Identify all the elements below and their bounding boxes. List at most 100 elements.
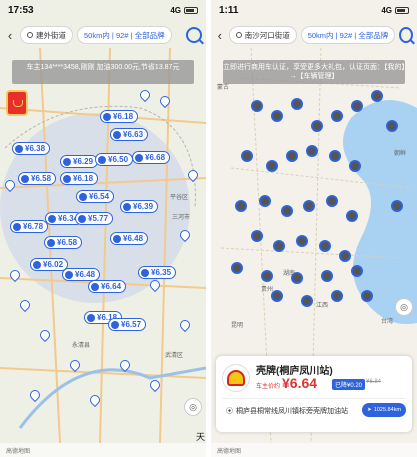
city-label: 三河市 <box>172 215 191 221</box>
location-pill[interactable]: 南沙河口街道 <box>228 26 297 44</box>
notice-banner: 车主134****3458,刚刚 加油300.00元,节省13.87元 <box>12 60 194 84</box>
station-pin-icon[interactable] <box>296 235 308 247</box>
search-icon[interactable] <box>186 27 202 43</box>
station-pin-icon[interactable] <box>286 150 298 162</box>
station-pin-icon[interactable] <box>386 120 398 132</box>
price-marker[interactable]: ¥6.02 <box>30 258 69 271</box>
price-marker[interactable]: ¥6.50 <box>95 153 134 166</box>
station-pin-icon[interactable] <box>346 210 358 222</box>
fuel-pump-icon <box>21 174 29 183</box>
price-label: ¥6.68 <box>145 153 166 162</box>
navigate-button[interactable]: ➤ 1025.84km <box>362 403 406 417</box>
station-pin-icon[interactable] <box>291 98 303 110</box>
station-pin-icon[interactable] <box>326 195 338 207</box>
price-marker[interactable]: ¥6.54 <box>76 190 115 203</box>
fuel-pump-icon <box>113 130 121 139</box>
price-label: ¥6.18 <box>113 112 134 121</box>
location-pill[interactable]: 建外街道 <box>20 26 73 44</box>
price-marker[interactable]: ¥6.39 <box>120 200 159 213</box>
fuel-pump-icon <box>91 282 99 291</box>
city-label: 蒙古 <box>217 85 230 91</box>
fuel-pump-icon <box>48 214 56 223</box>
station-pin-icon[interactable] <box>259 195 271 207</box>
station-pin-icon[interactable] <box>349 160 361 172</box>
price-label: ¥6.48 <box>75 270 96 279</box>
station-pin-icon[interactable] <box>251 100 263 112</box>
price-marker[interactable]: ¥6.18 <box>100 110 139 123</box>
station-pin-icon[interactable] <box>231 262 243 274</box>
filter-pill[interactable]: 50km内 | 92# | 全部品牌 <box>300 26 396 44</box>
price-label: ¥6.50 <box>108 155 129 164</box>
red-packet-icon[interactable] <box>6 90 28 116</box>
station-pin-icon[interactable] <box>319 240 331 252</box>
station-pin-icon[interactable] <box>331 110 343 122</box>
station-pin-icon[interactable] <box>266 160 278 172</box>
station-pin-icon[interactable] <box>321 270 333 282</box>
map-canvas[interactable] <box>0 48 206 443</box>
station-pin-icon[interactable] <box>235 200 247 212</box>
station-pin-icon[interactable] <box>273 240 285 252</box>
station-pin-icon[interactable] <box>371 90 383 102</box>
fuel-pump-icon <box>13 222 21 231</box>
price-marker[interactable]: ¥5.77 <box>75 212 114 225</box>
station-pin-icon[interactable] <box>311 120 323 132</box>
city-label: 江西 <box>316 303 329 309</box>
city-label: 天 <box>196 432 206 442</box>
station-pin-icon[interactable] <box>351 265 363 277</box>
fuel-pump-icon <box>78 214 86 223</box>
price-marker[interactable]: ¥6.38 <box>12 142 51 155</box>
fuel-pump-icon <box>15 144 23 153</box>
fuel-pump-icon <box>87 313 95 322</box>
price-label: ¥6.35 <box>151 268 172 277</box>
station-pin-icon[interactable] <box>361 290 373 302</box>
city-label: 湖南 <box>283 271 296 277</box>
station-pin-icon[interactable] <box>391 200 403 212</box>
station-pin-icon[interactable] <box>303 200 315 212</box>
fuel-pump-icon <box>98 155 106 164</box>
price-marker[interactable]: ¥6.68 <box>132 151 171 164</box>
back-icon[interactable]: ‹ <box>4 28 16 43</box>
fuel-pump-icon <box>103 112 111 121</box>
price-marker[interactable]: ¥6.35 <box>138 266 177 279</box>
fuel-pump-icon <box>63 174 71 183</box>
map-attribution: 高德地图 <box>211 443 417 457</box>
city-label: 昆明 <box>231 323 244 329</box>
price-marker[interactable]: ¥6.57 <box>108 318 147 331</box>
original-price: ¥6.84 <box>366 379 382 385</box>
station-card[interactable]: 壳牌(桐庐凤川站) 车主价约 ¥6.64 已降¥0.20 ¥6.84 ⦿ 桐庐县桐… <box>216 356 412 432</box>
price-marker[interactable]: ¥6.78 <box>10 220 49 233</box>
fuel-pump-icon <box>135 153 143 162</box>
station-pin-icon[interactable] <box>306 145 318 157</box>
locate-icon[interactable]: ◎ <box>184 398 202 416</box>
battery-icon <box>184 6 198 14</box>
search-icon[interactable] <box>399 27 413 43</box>
filter-pill[interactable]: 50km内 | 92# | 全部品牌 <box>77 26 172 44</box>
status-time: 1:11 <box>219 4 239 16</box>
station-pin-icon[interactable] <box>331 290 343 302</box>
location-icon: ⦿ <box>226 408 233 415</box>
station-pin-icon[interactable] <box>281 205 293 217</box>
location-icon <box>27 32 33 38</box>
station-pin-icon[interactable] <box>351 100 363 112</box>
station-pin-icon[interactable] <box>329 150 341 162</box>
station-pin-icon[interactable] <box>301 295 313 307</box>
price-marker[interactable]: ¥6.64 <box>88 280 127 293</box>
price-label: ¥6.29 <box>73 157 94 166</box>
price-marker[interactable]: ¥6.58 <box>18 172 57 185</box>
price-label: ¥6.54 <box>89 192 110 201</box>
price-marker[interactable]: ¥6.29 <box>60 155 99 168</box>
price-marker[interactable]: ¥6.48 <box>110 232 149 245</box>
station-pin-icon[interactable] <box>241 150 253 162</box>
price-marker[interactable]: ¥6.58 <box>44 236 83 249</box>
notice-banner: 立即进行商用车认证，享受更多大礼包，认证页面：【我的】→【车辆管理】 <box>223 60 405 84</box>
price-marker[interactable]: ¥6.18 <box>60 172 99 185</box>
price-label: ¥6.64 <box>101 282 122 291</box>
station-pin-icon[interactable] <box>251 230 263 242</box>
station-pin-icon[interactable] <box>339 250 351 262</box>
locate-icon[interactable]: ◎ <box>395 298 413 316</box>
price-marker[interactable]: ¥6.63 <box>110 128 149 141</box>
price-label: ¥6.63 <box>123 130 144 139</box>
back-icon[interactable]: ‹ <box>215 28 225 43</box>
station-pin-icon[interactable] <box>271 110 283 122</box>
station-pin-icon[interactable] <box>261 270 273 282</box>
